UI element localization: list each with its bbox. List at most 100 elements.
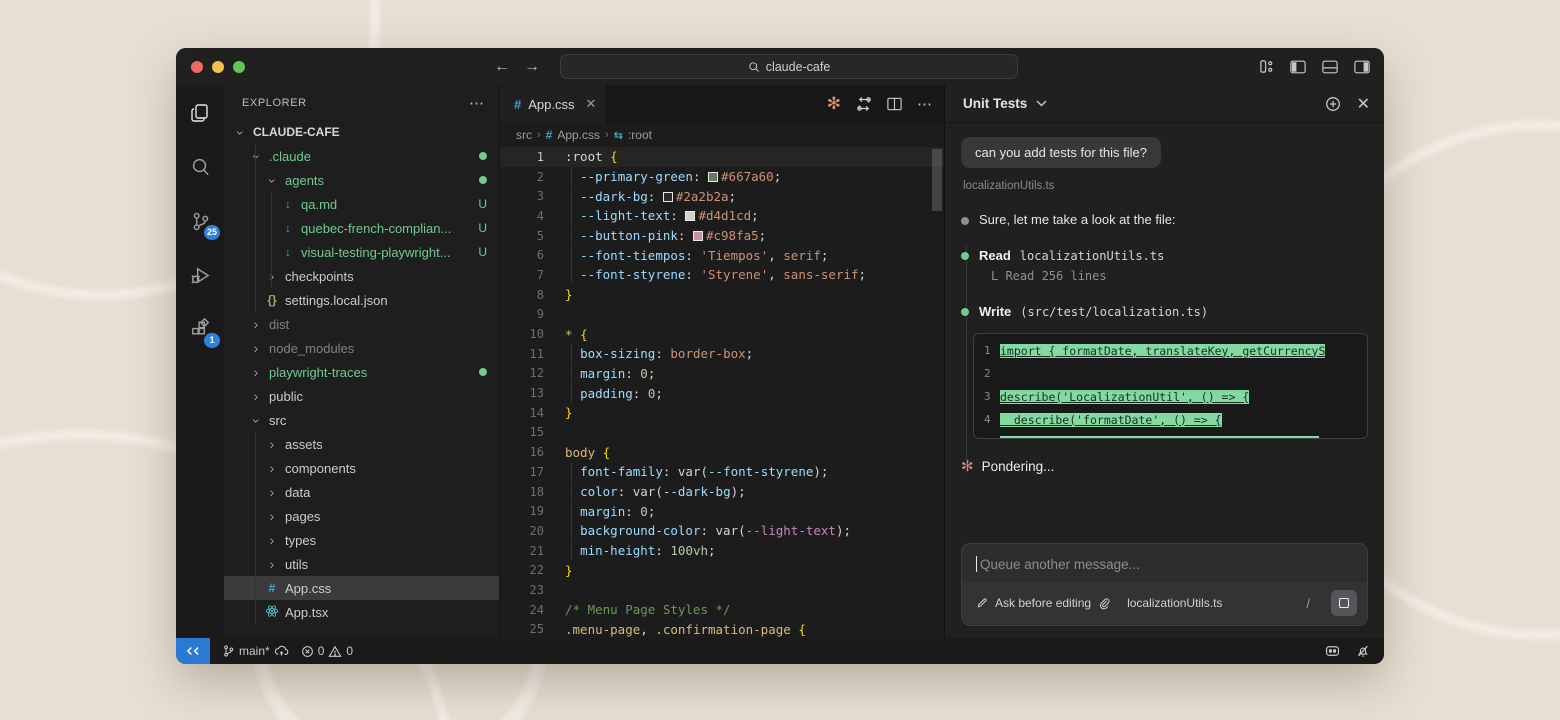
code-line-25[interactable]: 25.menu-page, .confirmation-page {: [500, 620, 944, 639]
toggle-sidebar-icon[interactable]: [1290, 60, 1306, 74]
tree-folder-agents[interactable]: ›agents: [224, 168, 499, 192]
tree-file-visual-testing-playwright[interactable]: ↓visual-testing-playwright...U: [224, 240, 499, 264]
chevron-down-icon[interactable]: [1036, 100, 1047, 107]
copilot-icon[interactable]: [1324, 644, 1341, 658]
read-tool-call[interactable]: ReadlocalizationUtils.ts: [961, 247, 1368, 265]
code-line-12[interactable]: 12 margin: 0;: [500, 364, 944, 384]
claude-starburst-icon[interactable]: ✻: [827, 94, 841, 114]
new-chat-icon[interactable]: [1325, 96, 1341, 112]
write-tool-call[interactable]: Write(src/test/localization.ts): [961, 303, 1368, 321]
tree-folder-claude[interactable]: ›.claude: [224, 144, 499, 168]
search-view-icon[interactable]: [184, 151, 216, 183]
close-panel-icon[interactable]: ✕: [1357, 94, 1370, 114]
editor-more-actions-icon[interactable]: ⋯: [917, 95, 932, 113]
code-line-16[interactable]: 16body {: [500, 442, 944, 462]
problems-status[interactable]: 0 0: [301, 644, 353, 658]
tree-folder-components[interactable]: ›components: [224, 456, 499, 480]
code-text: background-color: var(--light-text);: [544, 523, 851, 538]
tree-folder-public[interactable]: ›public: [224, 384, 499, 408]
explorer-view-icon[interactable]: [184, 97, 216, 129]
color-swatch[interactable]: [693, 231, 703, 241]
tree-folder-data[interactable]: ›data: [224, 480, 499, 504]
code-line-18[interactable]: 18 color: var(--dark-bg);: [500, 482, 944, 502]
back-button[interactable]: ←: [494, 58, 510, 76]
code-line-9[interactable]: 9: [500, 305, 944, 325]
notifications-bell-slash-icon[interactable]: [1356, 644, 1370, 658]
code-line-19[interactable]: 19 margin: 0;: [500, 501, 944, 521]
tree-folder-utils[interactable]: ›utils: [224, 552, 499, 576]
tab-app-css[interactable]: # App.css ✕: [500, 85, 607, 123]
code-editor[interactable]: 1:root {2 --primary-green: #667a60;3 --d…: [500, 147, 944, 638]
stop-button[interactable]: [1331, 590, 1357, 616]
remote-indicator[interactable]: [176, 638, 210, 664]
command-center-search[interactable]: claude-cafe: [560, 54, 1018, 79]
open-changes-icon[interactable]: [856, 96, 872, 112]
git-branch-status[interactable]: main*: [222, 644, 289, 658]
breadcrumb-symbol[interactable]: :root: [628, 128, 652, 142]
explorer-more-actions-icon[interactable]: ⋯: [469, 94, 485, 112]
code-line-3[interactable]: 3 --dark-bg: #2a2b2a;: [500, 186, 944, 206]
code-line-20[interactable]: 20 background-color: var(--light-text);: [500, 521, 944, 541]
tree-folder-types[interactable]: ›types: [224, 528, 499, 552]
code-line-7[interactable]: 7 --font-styrene: 'Styrene', sans-serif;: [500, 265, 944, 285]
toggle-secondary-sidebar-icon[interactable]: [1354, 60, 1370, 74]
tree-folder-dist[interactable]: ›dist: [224, 312, 499, 336]
code-line-13[interactable]: 13 padding: 0;: [500, 383, 944, 403]
toggle-panel-icon[interactable]: [1322, 60, 1338, 74]
chat-input-placeholder[interactable]: Queue another message...: [980, 557, 1140, 572]
run-debug-view-icon[interactable]: [184, 259, 216, 291]
code-line-6[interactable]: 6 --font-tiempos: 'Tiempos', serif;: [500, 245, 944, 265]
tab-close-icon[interactable]: ✕: [585, 96, 596, 112]
code-line-17[interactable]: 17 font-family: var(--font-styrene);: [500, 462, 944, 482]
tree-folder-node-modules[interactable]: ›node_modules: [224, 336, 499, 360]
pencil-icon: [976, 597, 988, 609]
edit-mode-selector[interactable]: Ask before editing: [995, 596, 1091, 610]
color-swatch[interactable]: [685, 211, 695, 221]
tree-folder-checkpoints[interactable]: ›checkpoints: [224, 264, 499, 288]
tree-file-app-tsx[interactable]: App.tsx: [224, 600, 499, 624]
context-file-label[interactable]: localizationUtils.ts: [1127, 596, 1222, 610]
split-editor-icon[interactable]: [887, 97, 902, 111]
code-text: }: [544, 563, 573, 578]
maximize-window-button[interactable]: [233, 61, 245, 73]
attached-file-label[interactable]: localizationUtils.ts: [963, 180, 1368, 192]
tree-file-qa-md[interactable]: ↓qa.mdU: [224, 192, 499, 216]
minimize-window-button[interactable]: [212, 61, 224, 73]
code-text: }: [544, 287, 573, 302]
editor-scrollbar[interactable]: [932, 149, 942, 211]
extensions-view-icon[interactable]: 1: [184, 313, 216, 345]
code-line-4[interactable]: 4 --light-text: #d4d1cd;: [500, 206, 944, 226]
forward-button[interactable]: →: [524, 58, 540, 76]
tree-folder-assets[interactable]: ›assets: [224, 432, 499, 456]
code-line-11[interactable]: 11 box-sizing: border-box;: [500, 344, 944, 364]
code-line-5[interactable]: 5 --button-pink: #c98fa5;: [500, 226, 944, 246]
color-swatch[interactable]: [663, 192, 673, 202]
code-line-14[interactable]: 14}: [500, 403, 944, 423]
tree-folder-claude-cafe[interactable]: ›CLAUDE-CAFE: [224, 120, 499, 144]
breadcrumb-src[interactable]: src: [516, 128, 532, 142]
tree-file-app-css[interactable]: #App.css: [224, 576, 499, 600]
color-swatch[interactable]: [708, 172, 718, 182]
source-control-view-icon[interactable]: 25: [184, 205, 216, 237]
code-line-2[interactable]: 2 --primary-green: #667a60;: [500, 167, 944, 187]
code-line-22[interactable]: 22}: [500, 560, 944, 580]
tree-folder-src[interactable]: ›src: [224, 408, 499, 432]
diff-code-block[interactable]: 1import { formatDate, translateKey, getC…: [973, 333, 1368, 439]
tree-file-quebec-french-complian[interactable]: ↓quebec-french-complian...U: [224, 216, 499, 240]
tree-folder-playwright-traces[interactable]: ›playwright-traces: [224, 360, 499, 384]
code-line-23[interactable]: 23: [500, 580, 944, 600]
code-line-24[interactable]: 24/* Menu Page Styles */: [500, 600, 944, 620]
breadcrumb-file[interactable]: App.css: [557, 128, 600, 142]
code-line-21[interactable]: 21 min-height: 100vh;: [500, 541, 944, 561]
tree-file-settings-local-json[interactable]: {}settings.local.json: [224, 288, 499, 312]
chat-input-box[interactable]: Queue another message... Ask before edit…: [961, 543, 1368, 626]
code-line-8[interactable]: 8}: [500, 285, 944, 305]
breadcrumb[interactable]: src › # App.css › ⇆ :root: [500, 123, 944, 147]
tree-folder-pages[interactable]: ›pages: [224, 504, 499, 528]
close-window-button[interactable]: [191, 61, 203, 73]
customize-layout-icon[interactable]: [1259, 59, 1274, 74]
code-line-1[interactable]: 1:root {: [500, 147, 944, 167]
slash-command-hint[interactable]: /: [1306, 596, 1310, 611]
code-line-15[interactable]: 15: [500, 423, 944, 443]
code-line-10[interactable]: 10* {: [500, 324, 944, 344]
